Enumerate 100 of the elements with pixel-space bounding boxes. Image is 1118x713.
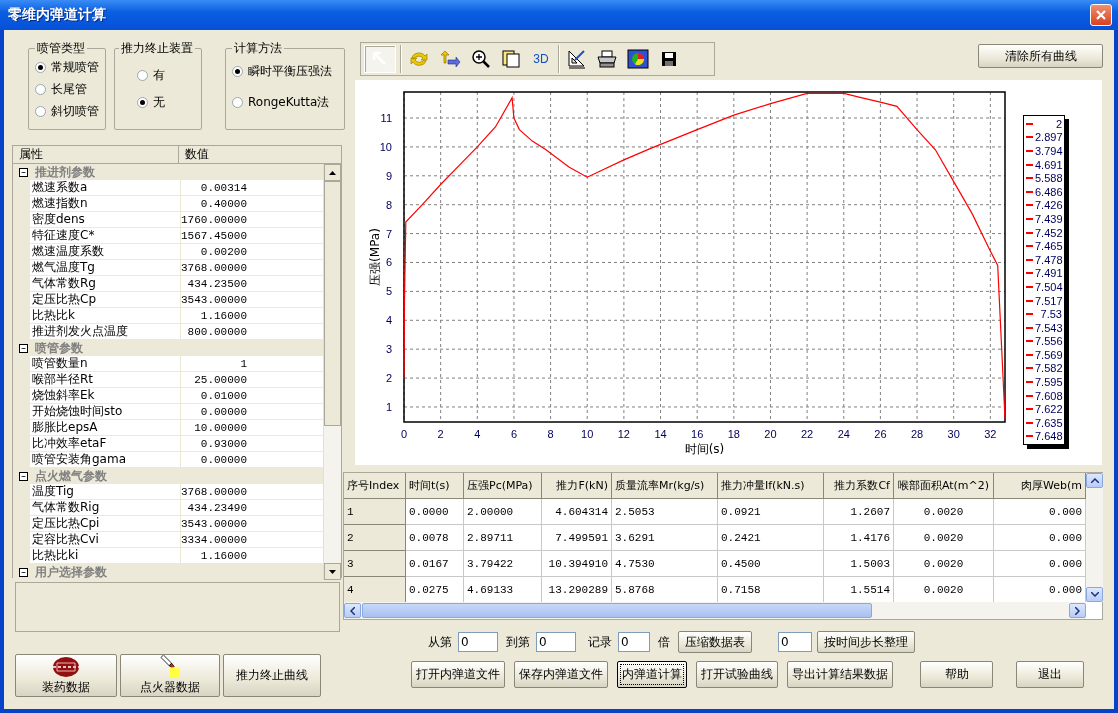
table-cell: 0.0020 — [894, 551, 994, 577]
property-value[interactable]: 0.93000 — [181, 436, 247, 451]
legend-label: 7.556 — [1035, 335, 1063, 348]
action-button[interactable]: 保存内弹道文件 — [514, 661, 608, 688]
column-header[interactable]: 推力系数Cf — [824, 473, 894, 499]
radio-label[interactable]: 瞬时平衡压强法 — [248, 63, 332, 80]
field-label: 倍 — [658, 633, 670, 651]
table-cell: 2.89711 — [464, 525, 542, 551]
radio-button[interactable] — [35, 62, 46, 73]
scroll-down-button[interactable] — [324, 563, 341, 580]
collapse-icon[interactable] — [19, 343, 28, 353]
property-value[interactable]: 3543.00000 — [181, 516, 247, 531]
tick-label: 8 — [547, 428, 554, 440]
toolbar-button[interactable]: 3D — [528, 45, 554, 73]
table-cell: 0.2421 — [718, 525, 824, 551]
tick-label: 1 — [385, 400, 392, 413]
column-header[interactable]: 压强Pc(MPa) — [464, 473, 542, 499]
row-header: 4 — [344, 577, 406, 603]
radio-label[interactable]: 长尾管 — [51, 81, 87, 98]
property-name: 密度dens — [30, 212, 181, 227]
table-cell: 0.0020 — [894, 499, 994, 525]
scroll-up-button[interactable] — [1086, 473, 1103, 488]
legend-label: 7.452 — [1035, 226, 1063, 239]
collapse-icon[interactable] — [19, 167, 28, 177]
scroll-down-button[interactable] — [1086, 587, 1103, 602]
axis-title: 压强(MPa) — [368, 228, 382, 286]
property-value[interactable]: 800.00000 — [181, 324, 247, 339]
scroll-up-button[interactable] — [324, 164, 341, 181]
action-button[interactable]: 退出 — [1016, 661, 1084, 688]
legend-label: 7.543 — [1035, 321, 1063, 334]
property-name: 定容比热Cvi — [30, 532, 181, 547]
radio-button[interactable] — [137, 97, 148, 108]
from-field[interactable]: 0 — [458, 632, 498, 652]
column-header[interactable]: 时间t(s) — [406, 473, 464, 499]
property-value[interactable]: 0.40000 — [181, 196, 247, 211]
tick-label: 26 — [874, 428, 887, 440]
scroll-thumb[interactable] — [362, 603, 872, 618]
close-button[interactable] — [1090, 4, 1112, 26]
up-arrow-icon — [329, 170, 336, 175]
property-name: 比热比ki — [30, 548, 181, 563]
scroll-thumb[interactable] — [324, 181, 341, 426]
legend-swatch — [1026, 299, 1033, 302]
property-value[interactable]: 3543.00000 — [181, 292, 247, 307]
to-field[interactable]: 0 — [536, 632, 576, 652]
compress-button[interactable]: 压缩数据表 — [678, 631, 752, 653]
radio-button[interactable] — [232, 66, 243, 77]
radio-label[interactable]: 有 — [153, 67, 165, 84]
property-value[interactable]: 25.00000 — [181, 372, 247, 387]
property-value[interactable]: 0.00000 — [181, 452, 247, 467]
property-value[interactable]: 0.00200 — [181, 244, 247, 259]
radio-button[interactable] — [35, 84, 46, 95]
column-header[interactable]: 推力F(kN) — [542, 473, 612, 499]
radio-label[interactable]: RongeKutta法 — [248, 94, 330, 111]
property-value[interactable]: 0.00314 — [181, 180, 247, 195]
property-value[interactable]: 1 — [181, 356, 247, 371]
radio-button[interactable] — [232, 97, 243, 108]
clear-curves-button[interactable]: 清除所有曲线 — [978, 44, 1103, 68]
property-value[interactable]: 434.23500 — [181, 276, 247, 291]
property-value[interactable]: 1.16000 — [181, 548, 247, 563]
scroll-left-button[interactable] — [344, 603, 361, 618]
scroll-right-button[interactable] — [1069, 603, 1086, 618]
radio-button[interactable] — [137, 70, 148, 81]
column-header[interactable]: 喉部面积At(m^2) — [894, 473, 994, 499]
property-value[interactable]: 434.23490 — [181, 500, 247, 515]
action-button[interactable]: 帮助 — [920, 661, 993, 688]
action-button[interactable]: 打开内弹道文件 — [411, 661, 505, 688]
radio-label[interactable]: 无 — [153, 94, 165, 111]
action-button[interactable]: 内弹道计算 — [617, 661, 687, 688]
legend-swatch — [1026, 177, 1033, 180]
column-header[interactable]: 肉厚Web(m — [994, 473, 1086, 499]
data-button[interactable]: 装药数据 — [15, 654, 117, 697]
property-value[interactable]: 1760.00000 — [181, 212, 247, 227]
radio-button[interactable] — [35, 106, 46, 117]
data-button[interactable]: 点火器数据 — [120, 654, 220, 697]
tick-label: 14 — [654, 428, 667, 440]
property-value[interactable]: 3768.00000 — [181, 484, 247, 499]
collapse-icon[interactable] — [19, 471, 28, 481]
data-button[interactable]: 推力终止曲线 — [223, 654, 321, 697]
step-field[interactable]: 0 — [778, 632, 812, 652]
column-header[interactable]: 质量流率Mr(kg/s) — [612, 473, 718, 499]
radio-label[interactable]: 斜切喷管 — [51, 103, 99, 120]
property-value[interactable]: 1567.45000 — [181, 228, 247, 243]
tick-label: 5 — [385, 285, 392, 298]
column-header[interactable]: 推力冲量If(kN.s) — [718, 473, 824, 499]
step-button[interactable]: 按时间步长整理 — [817, 631, 915, 653]
column-header[interactable]: 序号Index — [344, 473, 406, 499]
property-value[interactable]: 0.00000 — [181, 404, 247, 419]
property-value[interactable]: 10.00000 — [181, 420, 247, 435]
property-value[interactable]: 1.16000 — [181, 308, 247, 323]
radio-label[interactable]: 常规喷管 — [51, 59, 99, 76]
factor-field[interactable]: 0 — [618, 632, 650, 652]
collapse-icon[interactable] — [19, 567, 28, 577]
property-value[interactable]: 0.01000 — [181, 388, 247, 403]
action-button[interactable]: 导出计算结果数据 — [787, 661, 893, 688]
legend-swatch — [1026, 435, 1033, 438]
legend-swatch — [1026, 340, 1033, 343]
property-value[interactable]: 3334.00000 — [181, 532, 247, 547]
action-button[interactable]: 打开试验曲线 — [696, 661, 778, 688]
property-name: 气体常数Rig — [30, 500, 181, 515]
property-value[interactable]: 3768.00000 — [181, 260, 247, 275]
